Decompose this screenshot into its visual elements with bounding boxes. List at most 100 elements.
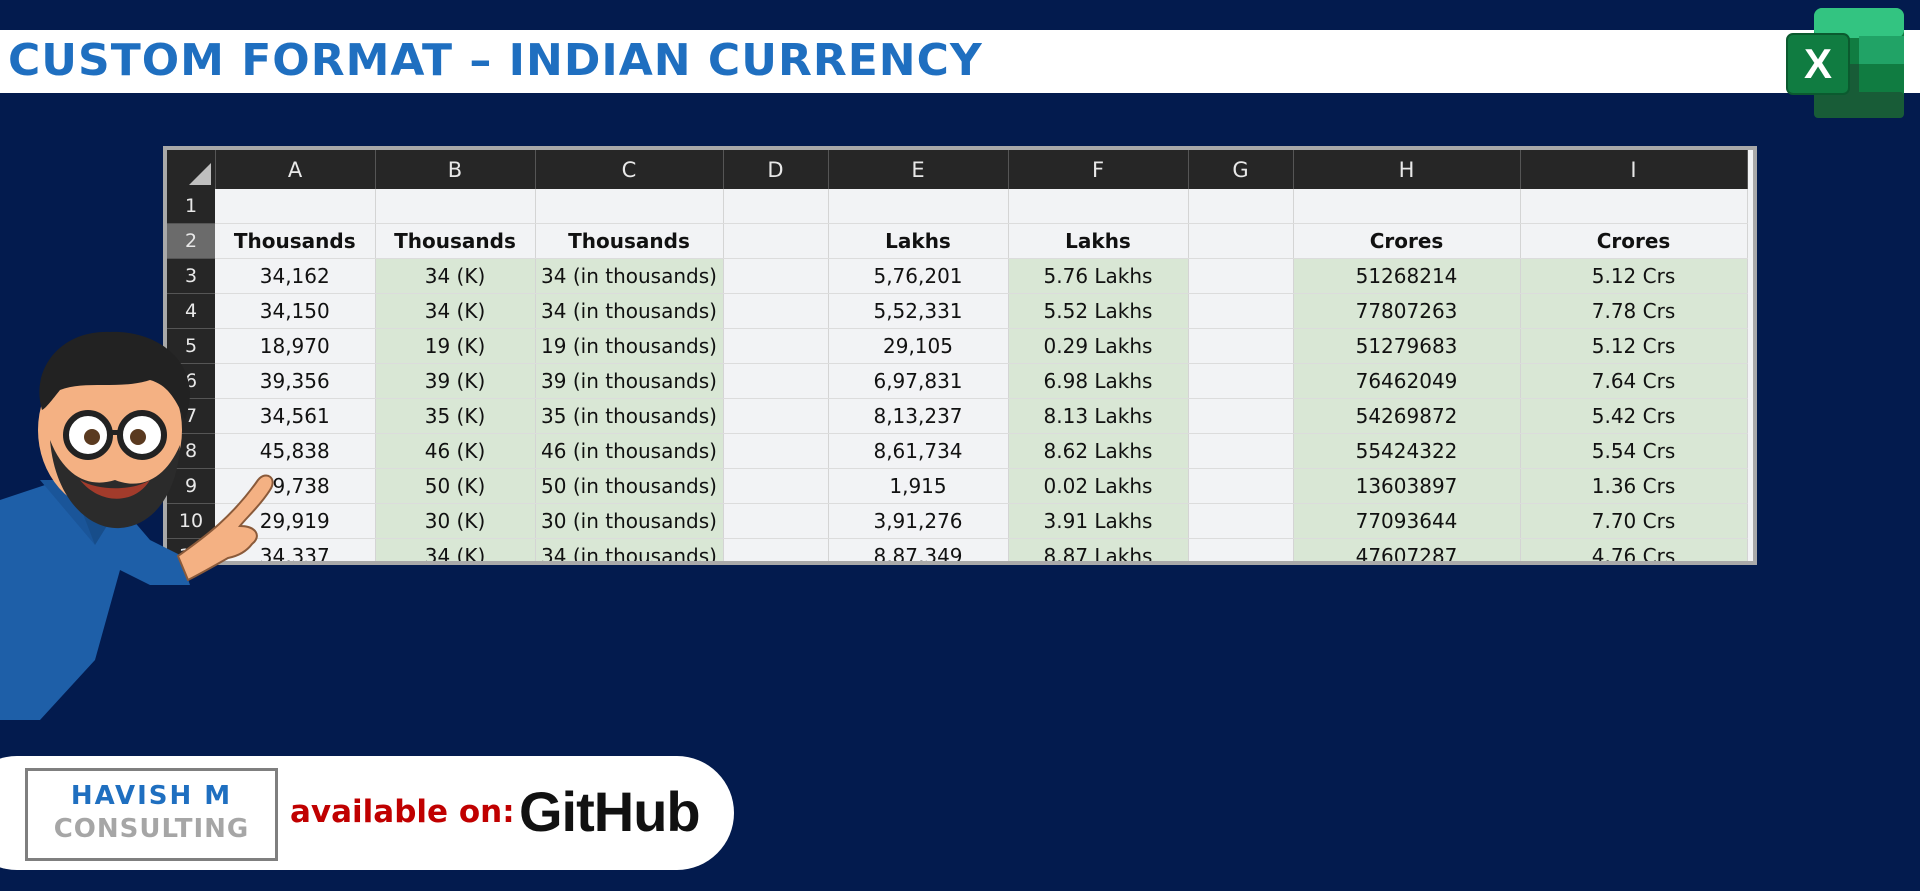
cell-f9[interactable]: 0.02 Lakhs (1008, 468, 1189, 504)
cell-c6[interactable]: 39 (in thousands) (535, 363, 724, 399)
cell-g4[interactable] (1188, 293, 1294, 329)
cell-i8[interactable]: 5.54 Crs (1520, 433, 1748, 469)
cell-e11[interactable]: 8,87,349 (828, 538, 1009, 561)
cell-e9[interactable]: 1,915 (828, 468, 1009, 504)
cell-d2[interactable] (723, 223, 829, 259)
cell-f10[interactable]: 3.91 Lakhs (1008, 503, 1189, 539)
cell-b10[interactable]: 30 (K) (375, 503, 536, 539)
cell-f2[interactable]: Lakhs (1008, 223, 1189, 259)
cell-g5[interactable] (1188, 328, 1294, 364)
cell-f8[interactable]: 8.62 Lakhs (1008, 433, 1189, 469)
cell-d6[interactable] (723, 363, 829, 399)
column-header-g[interactable]: G (1188, 150, 1294, 189)
cell-g6[interactable] (1188, 363, 1294, 399)
cell-e1[interactable] (828, 189, 1009, 224)
cell-i9[interactable]: 1.36 Crs (1520, 468, 1748, 504)
cell-b9[interactable]: 50 (K) (375, 468, 536, 504)
cell-f6[interactable]: 6.98 Lakhs (1008, 363, 1189, 399)
cell-i6[interactable]: 7.64 Crs (1520, 363, 1748, 399)
cell-d7[interactable] (723, 398, 829, 434)
cell-c8[interactable]: 46 (in thousands) (535, 433, 724, 469)
cell-h6[interactable]: 76462049 (1293, 363, 1521, 399)
cell-f4[interactable]: 5.52 Lakhs (1008, 293, 1189, 329)
cell-a1[interactable] (215, 189, 376, 224)
cell-i11[interactable]: 4.76 Crs (1520, 538, 1748, 561)
cell-g2[interactable] (1188, 223, 1294, 259)
cell-e3[interactable]: 5,76,201 (828, 258, 1009, 294)
select-all-button[interactable] (167, 150, 216, 189)
cell-c5[interactable]: 19 (in thousands) (535, 328, 724, 364)
cell-h5[interactable]: 51279683 (1293, 328, 1521, 364)
cell-i3[interactable]: 5.12 Crs (1520, 258, 1748, 294)
cell-i1[interactable] (1520, 189, 1748, 224)
row-header-4[interactable]: 4 (167, 293, 215, 329)
row-header-2[interactable]: 2 (167, 223, 215, 259)
cell-g9[interactable] (1188, 468, 1294, 504)
cell-h4[interactable]: 77807263 (1293, 293, 1521, 329)
column-header-e[interactable]: E (828, 150, 1009, 189)
cell-f5[interactable]: 0.29 Lakhs (1008, 328, 1189, 364)
cell-b4[interactable]: 34 (K) (375, 293, 536, 329)
cell-b11[interactable]: 34 (K) (375, 538, 536, 561)
cell-a2[interactable]: Thousands (215, 223, 376, 259)
cell-b7[interactable]: 35 (K) (375, 398, 536, 434)
cell-d4[interactable] (723, 293, 829, 329)
cell-a3[interactable]: 34,162 (215, 258, 376, 294)
row-header-1[interactable]: 1 (167, 189, 215, 224)
cell-c9[interactable]: 50 (in thousands) (535, 468, 724, 504)
cell-b3[interactable]: 34 (K) (375, 258, 536, 294)
cell-d10[interactable] (723, 503, 829, 539)
cell-d5[interactable] (723, 328, 829, 364)
cell-h7[interactable]: 54269872 (1293, 398, 1521, 434)
column-header-a[interactable]: A (215, 150, 376, 189)
cell-g3[interactable] (1188, 258, 1294, 294)
column-header-d[interactable]: D (723, 150, 829, 189)
cell-d3[interactable] (723, 258, 829, 294)
cell-g1[interactable] (1188, 189, 1294, 224)
cell-f11[interactable]: 8.87 Lakhs (1008, 538, 1189, 561)
cell-a4[interactable]: 34,150 (215, 293, 376, 329)
cell-e10[interactable]: 3,91,276 (828, 503, 1009, 539)
cell-i5[interactable]: 5.12 Crs (1520, 328, 1748, 364)
cell-i4[interactable]: 7.78 Crs (1520, 293, 1748, 329)
cell-d8[interactable] (723, 433, 829, 469)
cell-i10[interactable]: 7.70 Crs (1520, 503, 1748, 539)
cell-c2[interactable]: Thousands (535, 223, 724, 259)
cell-h8[interactable]: 55424322 (1293, 433, 1521, 469)
cell-b2[interactable]: Thousands (375, 223, 536, 259)
cell-h9[interactable]: 13603897 (1293, 468, 1521, 504)
cell-d1[interactable] (723, 189, 829, 224)
cell-i7[interactable]: 5.42 Crs (1520, 398, 1748, 434)
cell-e6[interactable]: 6,97,831 (828, 363, 1009, 399)
cell-c10[interactable]: 30 (in thousands) (535, 503, 724, 539)
cell-d11[interactable] (723, 538, 829, 561)
cell-c4[interactable]: 34 (in thousands) (535, 293, 724, 329)
column-header-i[interactable]: I (1520, 150, 1748, 189)
cell-i2[interactable]: Crores (1520, 223, 1748, 259)
column-header-b[interactable]: B (375, 150, 536, 189)
cell-f7[interactable]: 8.13 Lakhs (1008, 398, 1189, 434)
cell-h10[interactable]: 77093644 (1293, 503, 1521, 539)
cell-c3[interactable]: 34 (in thousands) (535, 258, 724, 294)
cell-e4[interactable]: 5,52,331 (828, 293, 1009, 329)
cell-f1[interactable] (1008, 189, 1189, 224)
cell-h3[interactable]: 51268214 (1293, 258, 1521, 294)
cell-e8[interactable]: 8,61,734 (828, 433, 1009, 469)
cell-f3[interactable]: 5.76 Lakhs (1008, 258, 1189, 294)
cell-g7[interactable] (1188, 398, 1294, 434)
cell-c7[interactable]: 35 (in thousands) (535, 398, 724, 434)
cell-b5[interactable]: 19 (K) (375, 328, 536, 364)
column-header-f[interactable]: F (1008, 150, 1189, 189)
cell-e5[interactable]: 29,105 (828, 328, 1009, 364)
cell-e7[interactable]: 8,13,237 (828, 398, 1009, 434)
cell-g11[interactable] (1188, 538, 1294, 561)
cell-g8[interactable] (1188, 433, 1294, 469)
cell-h1[interactable] (1293, 189, 1521, 224)
column-header-c[interactable]: C (535, 150, 724, 189)
cell-b1[interactable] (375, 189, 536, 224)
cell-g10[interactable] (1188, 503, 1294, 539)
row-header-3[interactable]: 3 (167, 258, 215, 294)
cell-c1[interactable] (535, 189, 724, 224)
cell-c11[interactable]: 34 (in thousands) (535, 538, 724, 561)
cell-b6[interactable]: 39 (K) (375, 363, 536, 399)
